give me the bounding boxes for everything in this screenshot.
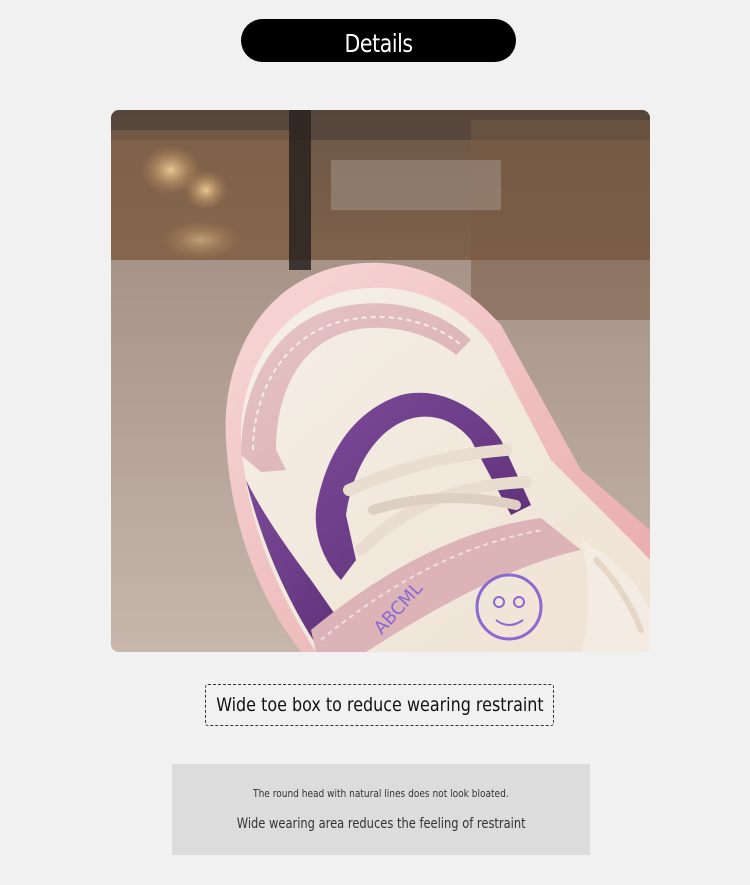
description-box: The round head with natural lines does n… [172,764,590,855]
product-photo: ABCML [111,110,650,652]
description-line-2: Wide wearing area reduces the feeling of… [172,816,590,832]
details-title-pill: Details [241,19,516,62]
description-line-1-text: The round head with natural lines does n… [253,787,509,800]
caption-text: Wide toe box to reduce wearing restraint [215,694,544,716]
details-title: Details [344,29,413,58]
description-line-2-text: Wide wearing area reduces the feeling of… [236,816,526,832]
caption-box: Wide toe box to reduce wearing restraint [205,684,554,726]
description-line-1: The round head with natural lines does n… [172,787,590,800]
